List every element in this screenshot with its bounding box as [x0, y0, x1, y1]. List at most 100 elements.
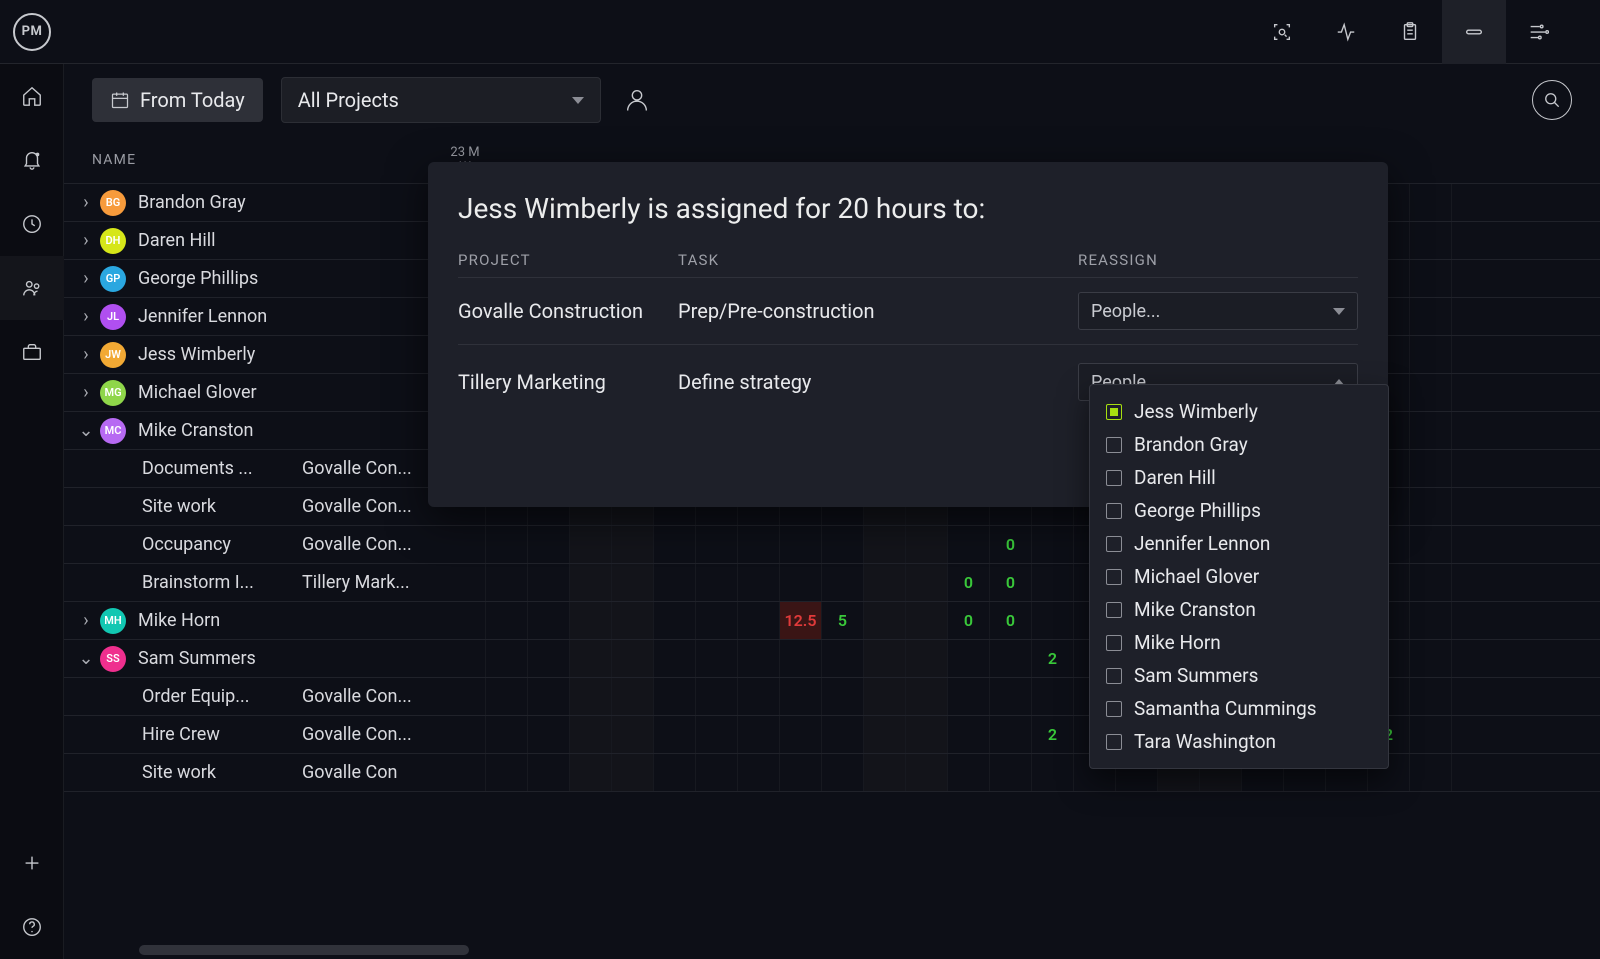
timeline-cell[interactable]: [1410, 678, 1452, 715]
timeline-cell[interactable]: [570, 754, 612, 791]
timeline-cell[interactable]: [780, 678, 822, 715]
timeline-cell[interactable]: [486, 526, 528, 563]
clipboard-icon[interactable]: [1378, 0, 1442, 64]
timeline-cell[interactable]: [696, 678, 738, 715]
project-select[interactable]: All Projects: [281, 77, 601, 123]
checkbox[interactable]: [1106, 470, 1122, 486]
timeline-cell[interactable]: [486, 640, 528, 677]
timeline-cell[interactable]: [486, 678, 528, 715]
timeline-cell[interactable]: [990, 640, 1032, 677]
timeline-cell[interactable]: [444, 526, 486, 563]
timeline-cell[interactable]: [990, 754, 1032, 791]
timeline-cell[interactable]: [444, 602, 486, 639]
dropdown-option[interactable]: Michael Glover: [1090, 560, 1388, 593]
nav-briefcase[interactable]: [0, 320, 64, 384]
timeline-cell[interactable]: [528, 526, 570, 563]
timeline-cell[interactable]: [612, 526, 654, 563]
checkbox[interactable]: [1106, 437, 1122, 453]
resource-row[interactable]: ⌄SSSam Summers: [64, 640, 444, 678]
timeline-cell[interactable]: [570, 716, 612, 753]
timeline-cell[interactable]: 2: [1032, 640, 1074, 677]
timeline-cell[interactable]: [906, 678, 948, 715]
left-scrollbar[interactable]: [139, 945, 469, 955]
timeline-cell[interactable]: [906, 602, 948, 639]
timeline-cell[interactable]: [738, 716, 780, 753]
task-row[interactable]: OccupancyGovalle Con...: [64, 526, 444, 564]
timeline-icon[interactable]: [1506, 0, 1570, 64]
checkbox[interactable]: [1106, 569, 1122, 585]
dropdown-option[interactable]: Mike Cranston: [1090, 593, 1388, 626]
timeline-cell[interactable]: [1410, 602, 1452, 639]
dropdown-option[interactable]: Mike Horn: [1090, 626, 1388, 659]
timeline-cell[interactable]: [528, 678, 570, 715]
timeline-cell[interactable]: [696, 564, 738, 601]
task-row[interactable]: Site workGovalle Con...: [64, 488, 444, 526]
dropdown-option[interactable]: Daren Hill: [1090, 461, 1388, 494]
timeline-cell[interactable]: [822, 564, 864, 601]
timeline-cell[interactable]: [696, 754, 738, 791]
timeline-cell[interactable]: [738, 526, 780, 563]
nav-add[interactable]: [0, 831, 64, 895]
timeline-cell[interactable]: [528, 564, 570, 601]
resource-row[interactable]: ›JLJennifer Lennon: [64, 298, 444, 336]
expand-chevron-icon[interactable]: ›: [76, 306, 96, 327]
timeline-cell[interactable]: [1032, 526, 1074, 563]
checkbox[interactable]: [1106, 536, 1122, 552]
timeline-cell[interactable]: [570, 526, 612, 563]
dropdown-option[interactable]: Jennifer Lennon: [1090, 527, 1388, 560]
expand-chevron-icon[interactable]: ⌄: [76, 648, 96, 669]
expand-chevron-icon[interactable]: ›: [76, 192, 96, 213]
timeline-cell[interactable]: [906, 754, 948, 791]
timeline-cell[interactable]: 0: [948, 564, 990, 601]
timeline-cell[interactable]: [696, 602, 738, 639]
task-row[interactable]: Order Equip...Govalle Con...: [64, 678, 444, 716]
timeline-cell[interactable]: [528, 602, 570, 639]
dropdown-option[interactable]: Sam Summers: [1090, 659, 1388, 692]
checkbox[interactable]: [1106, 668, 1122, 684]
nav-bell[interactable]: [0, 128, 64, 192]
timeline-cell[interactable]: [948, 754, 990, 791]
timeline-cell[interactable]: [864, 640, 906, 677]
expand-chevron-icon[interactable]: ›: [76, 230, 96, 251]
timeline-cell[interactable]: [528, 640, 570, 677]
timeline-cell[interactable]: [654, 602, 696, 639]
checkbox[interactable]: [1106, 701, 1122, 717]
timeline-cell[interactable]: [696, 716, 738, 753]
dropdown-option[interactable]: Brandon Gray: [1090, 428, 1388, 461]
reassign-select[interactable]: People...: [1078, 292, 1358, 330]
nav-home[interactable]: [0, 64, 64, 128]
people-dropdown[interactable]: Jess WimberlyBrandon GrayDaren HillGeorg…: [1089, 384, 1389, 769]
timeline-cell[interactable]: [1032, 602, 1074, 639]
timeline-cell[interactable]: [864, 564, 906, 601]
scan-icon[interactable]: [1250, 0, 1314, 64]
checkbox[interactable]: [1106, 602, 1122, 618]
timeline-cell[interactable]: [1410, 260, 1452, 297]
timeline-cell[interactable]: [612, 754, 654, 791]
timeline-cell[interactable]: [1410, 754, 1452, 791]
timeline-cell[interactable]: [990, 678, 1032, 715]
dropdown-option[interactable]: Samantha Cummings: [1090, 692, 1388, 725]
timeline-cell[interactable]: [780, 564, 822, 601]
timeline-cell[interactable]: [612, 716, 654, 753]
timeline-cell[interactable]: [612, 678, 654, 715]
timeline-cell[interactable]: [528, 716, 570, 753]
timeline-cell[interactable]: [780, 754, 822, 791]
timeline-cell[interactable]: [486, 754, 528, 791]
expand-chevron-icon[interactable]: ⌄: [76, 420, 96, 441]
timeline-cell[interactable]: [948, 716, 990, 753]
activity-icon[interactable]: [1314, 0, 1378, 64]
resource-row[interactable]: ⌄MCMike Cranston: [64, 412, 444, 450]
timeline-cell[interactable]: 2: [1032, 716, 1074, 753]
timeline-cell[interactable]: [738, 640, 780, 677]
timeline-cell[interactable]: [1410, 640, 1452, 677]
timeline-cell[interactable]: [444, 640, 486, 677]
timeline-cell[interactable]: [444, 678, 486, 715]
timeline-cell[interactable]: [864, 678, 906, 715]
nav-team[interactable]: [0, 256, 64, 320]
timeline-cell[interactable]: [654, 754, 696, 791]
search-button[interactable]: [1532, 80, 1572, 120]
timeline-cell[interactable]: [822, 526, 864, 563]
timeline-cell[interactable]: [864, 754, 906, 791]
timeline-cell[interactable]: [1410, 374, 1452, 411]
timeline-cell[interactable]: [612, 640, 654, 677]
